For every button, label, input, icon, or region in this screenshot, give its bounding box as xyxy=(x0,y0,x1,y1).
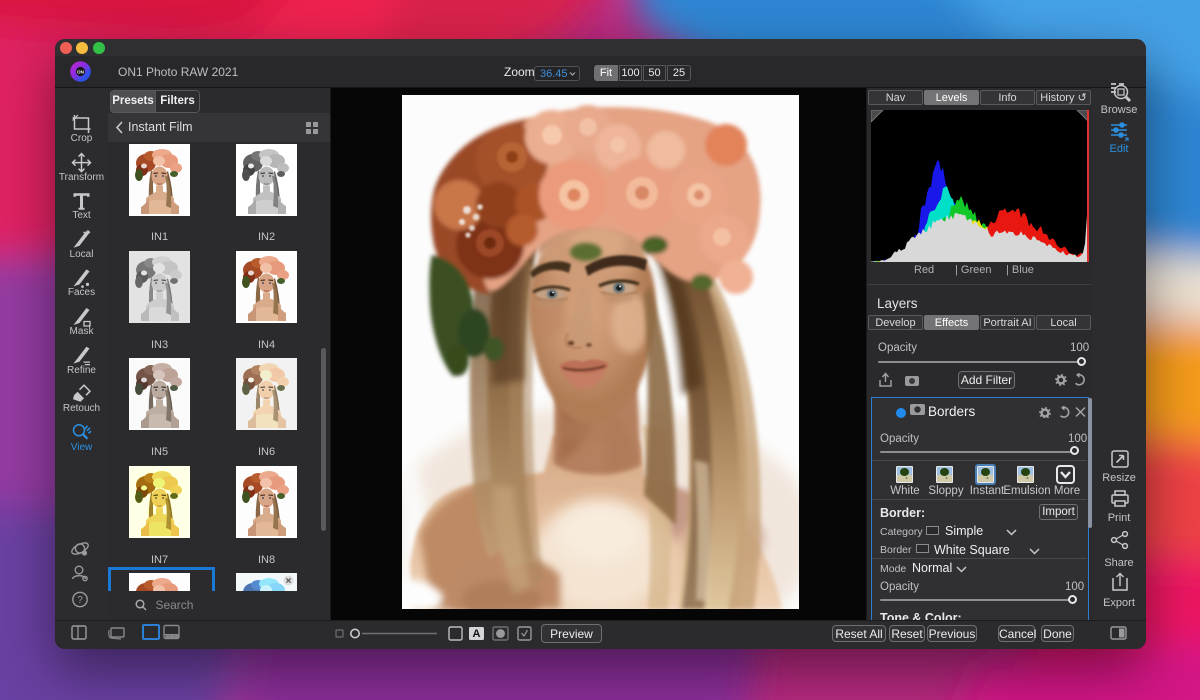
svg-text:?: ? xyxy=(77,595,83,606)
svg-text:A: A xyxy=(473,628,481,640)
svg-text:ON: ON xyxy=(77,70,84,75)
